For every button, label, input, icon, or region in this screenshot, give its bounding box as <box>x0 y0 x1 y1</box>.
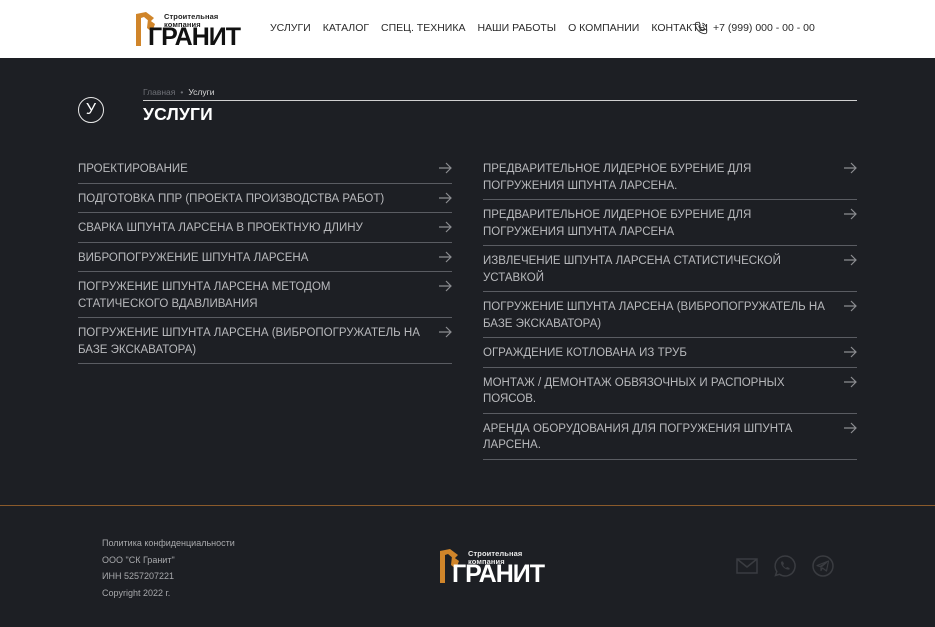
social-links <box>734 553 836 579</box>
service-item-label: ПРЕДВАРИТЕЛЬНОЕ ЛИДЕРНОЕ БУРЕНИЕ ДЛЯ ПОГ… <box>483 209 752 238</box>
service-item[interactable]: МОНТАЖ / ДЕМОНТАЖ ОБВЯЗОЧНЫХ И РАСПОРНЫХ… <box>483 368 857 414</box>
service-item-label: СВАРКА ШПУНТА ЛАРСЕНА В ПРОЕКТНУЮ ДЛИНУ <box>78 222 363 234</box>
service-item-label: ИЗВЛЕЧЕНИЕ ШПУНТА ЛАРСЕНА СТАТИСТИЧЕСКОЙ… <box>483 255 781 284</box>
copyright: Copyright 2022 г. <box>102 587 171 598</box>
arrow-right-icon <box>844 346 857 358</box>
service-item-label: ПОГРУЖЕНИЕ ШПУНТА ЛАРСЕНА МЕТОДОМ СТАТИЧ… <box>78 281 331 310</box>
main-nav: УСЛУГИ КАТАЛОГ СПЕЦ. ТЕХНИКА НАШИ РАБОТЫ… <box>270 22 720 34</box>
telegram-link[interactable] <box>810 553 836 579</box>
service-item-label: ВИБРОПОГРУЖЕНИЕ ШПУНТА ЛАРСЕНА <box>78 251 309 264</box>
nav-item-services[interactable]: УСЛУГИ <box>270 22 311 34</box>
service-item-label: ПОГРУЖЕНИЕ ШПУНТА ЛАРСЕНА (ВИБРОПОГРУЖАТ… <box>78 327 420 356</box>
whatsapp-icon <box>774 555 796 577</box>
arrow-right-icon <box>844 376 857 387</box>
footer-info: Политика конфиденциальности ООО "СК Гран… <box>102 535 235 601</box>
company-inn: ИНН 5257207221 <box>102 571 175 581</box>
service-item[interactable]: СВАРКА ШПУНТА ЛАРСЕНА В ПРОЕКТНУЮ ДЛИНУ <box>78 213 452 243</box>
phone-number: +7 (999) 000 - 00 - 00 <box>713 22 815 34</box>
service-item[interactable]: ОГРАЖДЕНИЕ КОТЛОВАНА ИЗ ТРУБ <box>483 338 857 368</box>
service-item[interactable]: ПРЕДВАРИТЕЛЬНОЕ ЛИДЕРНОЕ БУРЕНИЕ ДЛЯ ПОГ… <box>483 200 857 246</box>
services-list-left: ПРОЕКТИРОВАНИЕ ПОДГОТОВКА ППР (ПРОЕКТА ПР… <box>78 154 452 364</box>
telegram-icon <box>812 555 834 577</box>
arrow-right-icon <box>439 162 452 174</box>
footer-logo[interactable]: Строительная компания ГРАНИТ <box>438 545 545 588</box>
service-item[interactable]: ПРОЕКТИРОВАНИЕ <box>78 154 452 184</box>
section-letter: У <box>85 101 97 118</box>
arrow-right-icon <box>439 326 452 338</box>
arrow-right-icon <box>844 300 857 312</box>
service-item[interactable]: ПОГРУЖЕНИЕ ШПУНТА ЛАРСЕНА (ВИБРОПОГРУЖАТ… <box>483 292 857 338</box>
footer-divider <box>0 505 935 506</box>
arrow-right-icon <box>439 192 452 203</box>
service-item-label: ОГРАЖДЕНИЕ КОТЛОВАНА ИЗ ТРУБ <box>483 347 687 359</box>
service-item[interactable]: АРЕНДА ОБОРУДОВАНИЯ ДЛЯ ПОГРУЖЕНИЯ ШПУНТ… <box>483 414 857 460</box>
privacy-policy-link[interactable]: Политика конфиденциальности <box>102 535 235 552</box>
service-item[interactable]: ПОГРУЖЕНИЕ ШПУНТА ЛАРСЕНА (ВИБРОПОГРУЖАТ… <box>78 318 452 364</box>
breadcrumb-current: Услуги <box>188 87 215 97</box>
logo[interactable]: Строительная компания ГРАНИТ <box>134 8 241 50</box>
site-header: Строительная компания ГРАНИТ УСЛУГИ КАТА… <box>0 0 935 58</box>
arrow-right-icon <box>439 280 452 292</box>
service-item-label: ПОДГОТОВКА ППР (ПРОЕКТА ПРОИЗВОДСТВА РАБ… <box>78 192 385 205</box>
service-item-label: АРЕНДА ОБОРУДОВАНИЯ ДЛЯ ПОГРУЖЕНИЯ ШПУНТ… <box>483 422 793 452</box>
nav-item-special-equipment[interactable]: СПЕЦ. ТЕХНИКА <box>381 22 465 34</box>
breadcrumb-separator: • <box>180 87 184 97</box>
service-item-label: ПРЕДВАРИТЕЛЬНОЕ ЛИДЕРНОЕ БУРЕНИЕ ДЛЯ ПОГ… <box>483 163 752 192</box>
breadcrumb: Главная • Услуги <box>143 87 214 97</box>
mail-link[interactable] <box>734 553 760 579</box>
arrow-right-icon <box>439 221 452 233</box>
service-item[interactable]: ВИБРОПОГРУЖЕНИЕ ШПУНТА ЛАРСЕНА <box>78 243 452 272</box>
company-name: ООО "СК Гранит" <box>102 554 175 565</box>
nav-item-about[interactable]: О КОМПАНИИ <box>568 22 639 34</box>
service-item[interactable]: ПОДГОТОВКА ППР (ПРОЕКТА ПРОИЗВОДСТВА РАБ… <box>78 184 452 213</box>
arrow-right-icon <box>844 208 857 220</box>
footer-logo-wordmark: ГРАНИТ <box>452 560 545 588</box>
service-item-label: ПРОЕКТИРОВАНИЕ <box>78 163 188 175</box>
phone-icon <box>694 21 708 35</box>
nav-item-our-works[interactable]: НАШИ РАБОТЫ <box>477 22 556 34</box>
arrow-right-icon <box>844 254 857 266</box>
arrow-right-icon <box>844 422 857 433</box>
arrow-right-icon <box>439 251 452 262</box>
phone-link[interactable]: +7 (999) 000 - 00 - 00 <box>694 21 815 35</box>
logo-wordmark: ГРАНИТ <box>148 23 241 51</box>
breadcrumb-home-link[interactable]: Главная <box>143 87 175 97</box>
mail-icon <box>736 558 758 574</box>
service-item[interactable]: ПОГРУЖЕНИЕ ШПУНТА ЛАРСЕНА МЕТОДОМ СТАТИЧ… <box>78 272 452 318</box>
service-item-label: ПОГРУЖЕНИЕ ШПУНТА ЛАРСЕНА (ВИБРОПОГРУЖАТ… <box>483 301 825 330</box>
arrow-right-icon <box>844 162 857 174</box>
services-list-right: ПРЕДВАРИТЕЛЬНОЕ ЛИДЕРНОЕ БУРЕНИЕ ДЛЯ ПОГ… <box>483 154 857 460</box>
service-item-label: МОНТАЖ / ДЕМОНТАЖ ОБВЯЗОЧНЫХ И РАСПОРНЫХ… <box>483 376 785 406</box>
nav-item-catalog[interactable]: КАТАЛОГ <box>323 22 369 34</box>
title-divider <box>143 100 857 101</box>
whatsapp-link[interactable] <box>772 553 798 579</box>
section-letter-badge: У <box>78 97 104 123</box>
page-title: УСЛУГИ <box>143 104 213 124</box>
service-item[interactable]: ПРЕДВАРИТЕЛЬНОЕ ЛИДЕРНОЕ БУРЕНИЕ ДЛЯ ПОГ… <box>483 154 857 200</box>
service-item[interactable]: ИЗВЛЕЧЕНИЕ ШПУНТА ЛАРСЕНА СТАТИСТИЧЕСКОЙ… <box>483 246 857 292</box>
